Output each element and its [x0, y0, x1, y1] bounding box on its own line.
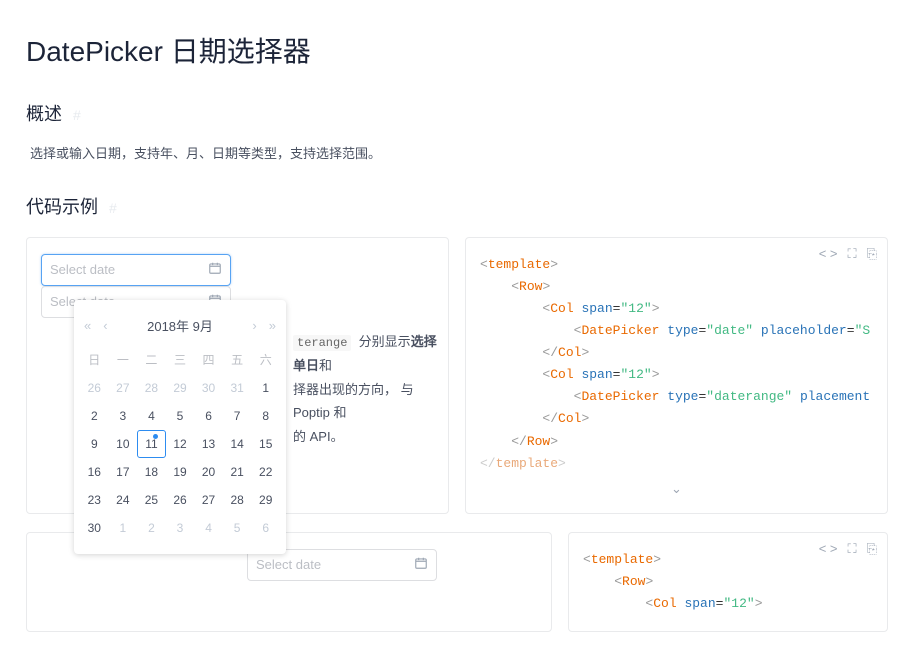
calendar-dow: 五	[223, 345, 252, 374]
calendar-dow: 四	[194, 345, 223, 374]
view-code-icon[interactable]: < >	[819, 246, 838, 262]
calendar-day[interactable]: 30	[194, 374, 223, 402]
calendar-day[interactable]: 13	[194, 430, 223, 458]
anchor-icon[interactable]: #	[109, 200, 117, 216]
calendar-day[interactable]: 1	[109, 514, 138, 542]
calendar-dow: 六	[251, 345, 280, 374]
calendar-day[interactable]: 6	[251, 514, 280, 542]
example-desc-text: 择器出现的方向， 与 Poptip 和	[293, 382, 414, 420]
calendar-day[interactable]: 28	[137, 374, 166, 402]
date-input[interactable]: Select date	[41, 254, 231, 286]
date-input-placeholder: Select date	[50, 262, 208, 277]
overview-desc: 选择或输入日期，支持年、月、日期等类型，支持选择范围。	[30, 144, 908, 165]
calendar-day[interactable]: 27	[109, 374, 138, 402]
calendar-day[interactable]: 26	[166, 486, 195, 514]
calendar-day[interactable]: 27	[194, 486, 223, 514]
example-desc-text: 的 API。	[293, 429, 344, 444]
copy-icon[interactable]: ⎘	[867, 246, 877, 262]
calendar-day[interactable]: 8	[251, 402, 280, 430]
calendar-day[interactable]: 17	[109, 458, 138, 486]
next-year-button[interactable]: »	[265, 318, 280, 333]
prev-month-button[interactable]: ‹	[99, 318, 111, 333]
copy-icon[interactable]: ⎘	[867, 541, 877, 557]
calendar-day[interactable]: 4	[137, 402, 166, 430]
example-code-card: < > ⛶ ⎘ <template> <Row> <Col span="12">	[568, 532, 888, 632]
calendar-day[interactable]: 2	[137, 514, 166, 542]
expand-icon[interactable]: ⛶	[847, 541, 856, 557]
calendar-day[interactable]: 10	[109, 430, 138, 458]
calendar-day[interactable]: 20	[194, 458, 223, 486]
calendar-day[interactable]: 22	[251, 458, 280, 486]
calendar-day[interactable]: 11	[137, 430, 166, 458]
calendar-icon	[208, 261, 222, 278]
expand-code-button[interactable]: ⌄	[480, 481, 873, 497]
calendar-day[interactable]: 3	[166, 514, 195, 542]
calendar-day[interactable]: 3	[109, 402, 138, 430]
calendar-day[interactable]: 14	[223, 430, 252, 458]
calendar-day[interactable]: 15	[251, 430, 280, 458]
calendar-day[interactable]: 7	[223, 402, 252, 430]
calendar-dow: 一	[109, 345, 138, 374]
view-code-icon[interactable]: < >	[819, 541, 838, 557]
next-month-button[interactable]: ›	[248, 318, 260, 333]
calendar-day[interactable]: 25	[137, 486, 166, 514]
calendar-day[interactable]: 28	[223, 486, 252, 514]
calendar-day[interactable]: 24	[109, 486, 138, 514]
calendar-day[interactable]: 5	[223, 514, 252, 542]
calendar-day[interactable]: 1	[251, 374, 280, 402]
calendar-day[interactable]: 19	[166, 458, 195, 486]
code-block: <template> <Row> <Col span="12">	[583, 549, 873, 615]
example-code-card: < > ⛶ ⎘ <template> <Row> <Col span="12">…	[465, 237, 888, 514]
calendar-day[interactable]: 21	[223, 458, 252, 486]
calendar-dow: 三	[166, 345, 195, 374]
calendar-day[interactable]: 23	[80, 486, 109, 514]
overview-heading: 概述 #	[26, 100, 908, 126]
calendar-icon	[414, 556, 428, 573]
example-demo-card: Select date Select date terange 分别显示选择单日…	[26, 237, 449, 514]
calendar-day[interactable]: 26	[80, 374, 109, 402]
calendar-header-label[interactable]: 2018年 9月	[116, 316, 245, 335]
code-block: <template> <Row> <Col span="12"> <DatePi…	[480, 254, 873, 475]
date-input-placeholder: Select date	[256, 557, 414, 572]
calendar-popup: « ‹ 2018年 9月 › » 日一二三四五六2627282930311234…	[74, 300, 286, 554]
anchor-icon[interactable]: #	[73, 107, 81, 123]
calendar-dow: 日	[80, 345, 109, 374]
calendar-day[interactable]: 5	[166, 402, 195, 430]
calendar-day[interactable]: 9	[80, 430, 109, 458]
prev-year-button[interactable]: «	[80, 318, 95, 333]
page-title: DatePicker 日期选择器	[26, 30, 908, 70]
examples-heading: 代码示例 #	[26, 193, 908, 219]
calendar-day[interactable]: 29	[251, 486, 280, 514]
calendar-day[interactable]: 29	[166, 374, 195, 402]
calendar-day[interactable]: 6	[194, 402, 223, 430]
calendar-day[interactable]: 2	[80, 402, 109, 430]
calendar-day[interactable]: 16	[80, 458, 109, 486]
code-inline: terange	[293, 335, 351, 351]
calendar-day[interactable]: 30	[80, 514, 109, 542]
calendar-day[interactable]: 4	[194, 514, 223, 542]
calendar-day[interactable]: 18	[137, 458, 166, 486]
calendar-dow: 二	[137, 345, 166, 374]
calendar-day[interactable]: 31	[223, 374, 252, 402]
expand-icon[interactable]: ⛶	[847, 246, 856, 262]
calendar-day[interactable]: 12	[166, 430, 195, 458]
